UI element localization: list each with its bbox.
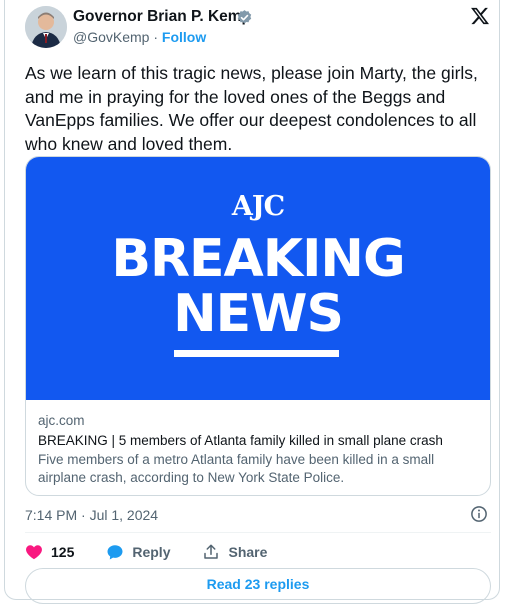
heart-icon xyxy=(26,545,42,560)
like-count: 125 xyxy=(51,544,75,560)
reply-label: Reply xyxy=(132,544,171,560)
read-replies-button[interactable]: Read 23 replies xyxy=(25,568,491,604)
breaking-news-banner: AJC BREAKING NEWS xyxy=(26,157,490,400)
link-domain: ajc.com xyxy=(38,413,85,428)
separator-dot: · xyxy=(153,29,159,45)
share-button[interactable]: Share xyxy=(202,543,267,561)
like-button[interactable]: 125 xyxy=(25,543,74,561)
reply-bubble-icon xyxy=(107,545,123,560)
ajc-logo: AJC xyxy=(231,191,285,222)
x-logo-icon[interactable] xyxy=(470,6,490,26)
link-title: BREAKING | 5 members of Atlanta family k… xyxy=(38,433,443,448)
reply-button[interactable]: Reply xyxy=(106,543,170,561)
share-label: Share xyxy=(228,544,268,560)
tweet-text: As we learn of this tragic news, please … xyxy=(25,63,478,154)
author-name[interactable]: Governor Brian P. Kemp xyxy=(73,8,251,26)
link-description: Five members of a metro Atlanta family h… xyxy=(38,452,435,485)
avatar[interactable] xyxy=(25,6,67,48)
avatar-photo xyxy=(25,6,67,48)
banner-news-text: NEWS xyxy=(173,284,344,344)
divider xyxy=(25,532,491,533)
tweet-card: Governor Brian P. Kemp @GovKemp · Follow… xyxy=(4,0,500,604)
tweet-timestamp[interactable]: 7:14 PM · Jul 1, 2024 xyxy=(25,507,158,523)
verified-badge-icon xyxy=(237,10,252,24)
info-icon[interactable] xyxy=(470,505,488,523)
banner-underline xyxy=(174,350,339,357)
author-handle[interactable]: @GovKemp xyxy=(73,29,149,45)
follow-button[interactable]: Follow xyxy=(162,29,206,45)
link-meta: ajc.com BREAKING | 5 members of Atlanta … xyxy=(38,413,478,486)
action-bar: 125 Reply Share xyxy=(25,541,299,563)
link-preview-card[interactable]: AJC BREAKING NEWS ajc.com BREAKING | 5 m… xyxy=(25,156,491,496)
banner-breaking-text: BREAKING xyxy=(111,229,405,289)
share-icon xyxy=(204,544,219,559)
handle-line: @GovKemp · Follow xyxy=(73,29,206,45)
